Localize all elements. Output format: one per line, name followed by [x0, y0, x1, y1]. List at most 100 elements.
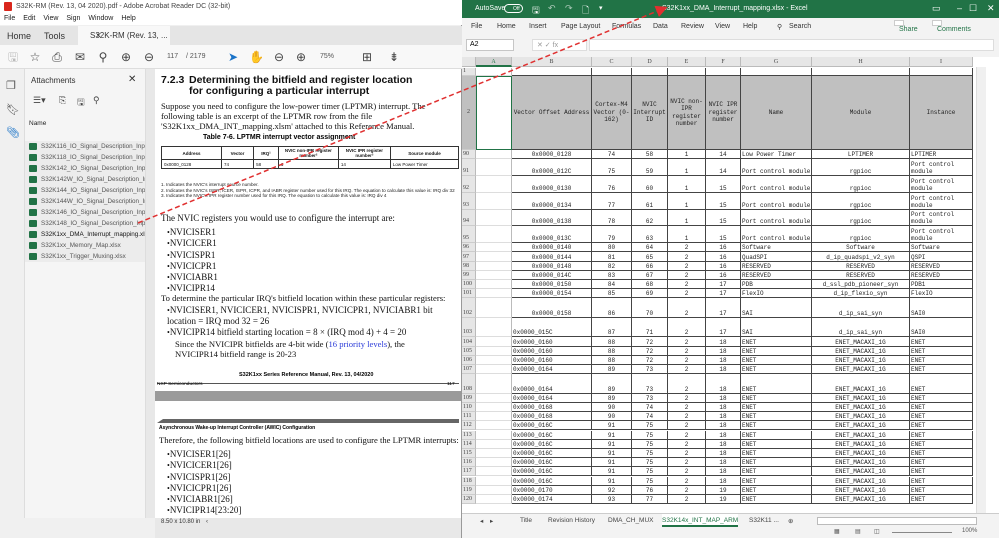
cell-c[interactable]: 89 — [592, 393, 632, 403]
cell-c[interactable]: 89 — [592, 374, 632, 394]
cell-f[interactable]: 18 — [706, 393, 741, 403]
ribbon-page-layout[interactable]: Page Layout — [561, 23, 600, 30]
cell-d[interactable]: 60 — [632, 176, 668, 193]
cell-d[interactable]: 72 — [632, 355, 668, 365]
cell-e[interactable]: 1 — [668, 176, 706, 193]
add-attachment-icon[interactable]: ⎘ — [59, 95, 66, 106]
row-header[interactable]: 115 — [462, 448, 476, 459]
cell-d[interactable]: 64 — [632, 243, 668, 253]
cell-e[interactable]: 2 — [668, 412, 706, 422]
cell-c[interactable]: Cortex-M4 Vector (0-162) — [592, 76, 632, 150]
menu-file[interactable]: File — [4, 15, 15, 23]
cell-h[interactable]: rgpioc — [812, 159, 910, 176]
save-icon[interactable]: 🖫 — [532, 3, 540, 19]
cell-g[interactable]: Port control module — [741, 209, 812, 227]
cell-d[interactable]: 74 — [632, 412, 668, 422]
cell-b[interactable]: 0x0000_0164 — [512, 374, 592, 394]
add-sheet-icon[interactable]: ⊕ — [788, 517, 793, 525]
cell-g[interactable]: Port control module — [741, 176, 812, 193]
row-header[interactable]: 95 — [462, 226, 476, 244]
pages-icon[interactable]: ❐ — [6, 79, 16, 92]
cell-e[interactable]: 1 — [668, 226, 706, 244]
cell-g[interactable]: Port control module — [741, 159, 812, 176]
page-break-view-icon[interactable]: ◫ — [874, 528, 880, 535]
name-box[interactable]: A2 — [466, 39, 514, 51]
zoom-in-icon[interactable]: ⊕ — [294, 50, 308, 64]
cell-c[interactable]: 88 — [592, 346, 632, 356]
cell-a[interactable] — [476, 176, 512, 193]
cell-a[interactable] — [476, 476, 512, 486]
cell-a[interactable] — [476, 150, 512, 160]
cell-f[interactable]: 18 — [706, 346, 741, 356]
panel-splitter[interactable] — [145, 69, 155, 518]
row-header[interactable]: 103 — [462, 317, 476, 338]
cell-c[interactable]: 79 — [592, 226, 632, 244]
cell-i[interactable]: ENET — [910, 402, 973, 413]
cell-d[interactable]: 73 — [632, 393, 668, 403]
cell-e[interactable]: 2 — [668, 476, 706, 486]
cell-a[interactable] — [476, 226, 512, 244]
cell-e[interactable]: 2 — [668, 270, 706, 280]
cell-e[interactable]: 2 — [668, 421, 706, 431]
cell-a[interactable] — [476, 298, 512, 318]
cell-d[interactable]: 72 — [632, 337, 668, 347]
cell-e[interactable]: 1 — [668, 159, 706, 176]
cell-i[interactable]: ENET — [910, 355, 973, 365]
cell-f[interactable]: 18 — [706, 476, 741, 486]
cell-g[interactable]: ENET — [741, 337, 812, 347]
cell-b[interactable]: 0x0000_0158 — [512, 298, 592, 318]
row-header[interactable]: 101 — [462, 289, 476, 299]
cell-b[interactable]: 0x0000_0140 — [512, 243, 592, 253]
cell-h[interactable]: ENET_MACAXI_1G — [812, 402, 910, 413]
share-button[interactable]: Share — [894, 20, 918, 33]
cell-e[interactable]: 2 — [668, 355, 706, 365]
attachment-item[interactable]: S32K144W_IO_Signal_Description_Inpu — [25, 196, 145, 207]
email-icon[interactable]: ✉ — [73, 50, 87, 64]
cell-c[interactable]: 92 — [592, 485, 632, 495]
cell-g[interactable]: ENET — [741, 448, 812, 459]
cell-f[interactable]: 16 — [706, 270, 741, 280]
row-header[interactable]: 107 — [462, 365, 476, 375]
row-header[interactable]: 97 — [462, 252, 476, 262]
cell-b[interactable] — [512, 68, 592, 76]
cell-e[interactable]: 2 — [668, 337, 706, 347]
menu-sign[interactable]: Sign — [66, 15, 80, 23]
cell-d[interactable]: NVIC Interrupt ID — [632, 76, 668, 150]
cell-f[interactable]: 19 — [706, 494, 741, 505]
cell-b[interactable]: 0x0000_0164 — [512, 393, 592, 403]
cell-g[interactable] — [741, 68, 812, 76]
cell-i[interactable]: Port control module — [910, 176, 973, 193]
cell-c[interactable]: 90 — [592, 402, 632, 413]
cell-g[interactable]: Software — [741, 243, 812, 253]
cell-f[interactable]: 18 — [706, 374, 741, 394]
cell-d[interactable]: 65 — [632, 252, 668, 262]
cell-g[interactable]: PDB — [741, 280, 812, 290]
ribbon-insert[interactable]: Insert — [529, 23, 547, 30]
row-header[interactable]: 117 — [462, 467, 476, 477]
cell-e[interactable]: 2 — [668, 280, 706, 290]
cell-f[interactable]: 17 — [706, 289, 741, 299]
row-header[interactable]: 119 — [462, 485, 476, 495]
cell-d[interactable]: 73 — [632, 365, 668, 375]
close-tab-icon[interactable]: × — [96, 31, 101, 40]
cell-f[interactable]: 15 — [706, 209, 741, 227]
menu-edit[interactable]: Edit — [23, 15, 35, 23]
select-cursor-icon[interactable]: ➤ — [226, 50, 240, 64]
cell-g[interactable]: ENET — [741, 439, 812, 449]
cell-h[interactable]: d_ip_flexio_syn — [812, 289, 910, 299]
column-header-h[interactable]: H — [812, 57, 910, 67]
cell-a[interactable] — [476, 467, 512, 477]
cell-b[interactable]: 0x0000_0160 — [512, 346, 592, 356]
cell-h[interactable]: ENET_MACAXI_1G — [812, 421, 910, 431]
cell-a[interactable] — [476, 439, 512, 449]
cell-d[interactable]: 70 — [632, 298, 668, 318]
attachment-item[interactable]: S32K1xx_Trigger_Muxing.xlsx — [25, 251, 145, 262]
cell-b[interactable]: 0x0000_016C — [512, 467, 592, 477]
cell-h[interactable]: LPTIMER — [812, 150, 910, 160]
cell-a[interactable] — [476, 494, 512, 505]
cell-h[interactable]: ENET_MACAXI_1G — [812, 355, 910, 365]
cell-c[interactable]: 78 — [592, 209, 632, 227]
cell-d[interactable]: 71 — [632, 317, 668, 338]
cell-b[interactable]: 0x0000_0130 — [512, 176, 592, 193]
sheet-tab-title[interactable]: Title — [520, 517, 532, 524]
